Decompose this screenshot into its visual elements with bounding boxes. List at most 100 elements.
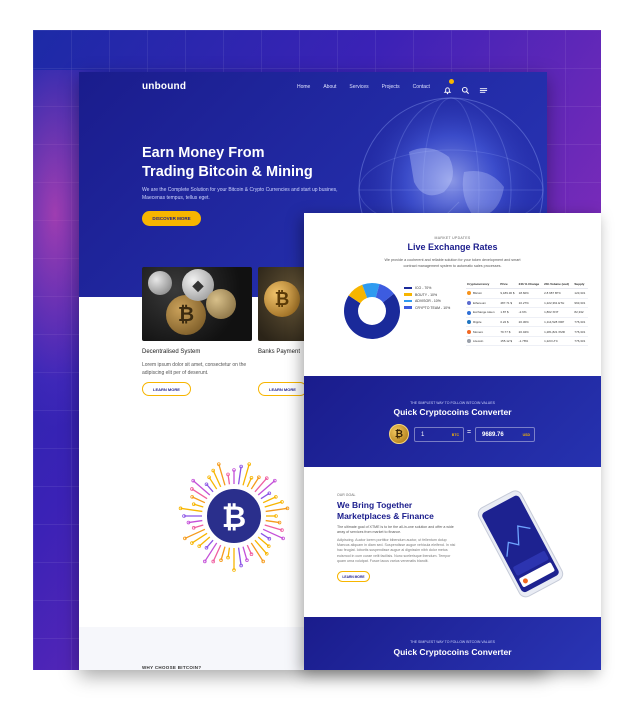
circuit-ray	[265, 519, 280, 524]
table-row[interactable]: Bitcoin 9,189.30 $18.60% 2.8 687 BTC 123,33…	[466, 288, 588, 299]
rates-kicker: MARKET UPDATES	[434, 236, 471, 240]
learn-more-button[interactable]: LEARN MORE	[142, 382, 191, 396]
bitcoin-coin-graphic-2: ₿	[264, 281, 300, 317]
volume-cell: 2.8 687 BTC	[543, 288, 574, 299]
coin-name-cell: Ethereum	[466, 298, 500, 309]
table-header-row: Cryptocurrency Price 24h % Change 24h Vo…	[466, 280, 588, 289]
nav-icons	[443, 79, 488, 95]
table-row[interactable]: Exchange token 1.87 $ -2.6% 1,802 XNT 82,332	[466, 307, 588, 318]
bitcoin-circuit-graphic: ₿	[178, 462, 290, 572]
col-price: Price	[499, 280, 518, 289]
feature-title-2: Banks Payment	[258, 349, 301, 355]
change-cell: -1.78%	[517, 336, 544, 347]
amount-input[interactable]: 1 BTC	[414, 427, 464, 442]
price-cell: 155.12 $	[499, 336, 518, 347]
search-icon[interactable]	[461, 82, 470, 95]
supply-cell: 776,331	[573, 326, 588, 337]
coin-icon	[467, 291, 471, 296]
price-cell: 1.87 $	[499, 307, 518, 318]
converter-section-2: THE SIMPLEST WAY TO FOLLOW BITCOIN VALUE…	[304, 617, 601, 670]
coin-name-cell: Ripple	[466, 317, 500, 328]
table-row[interactable]: Ethereum 487.71 $10.27% 1,222,361 ETH 963,3…	[466, 298, 588, 309]
silver-coin-graphic	[148, 271, 172, 295]
circuit-ray	[264, 524, 283, 531]
legend-item: BOUTY - 10%	[404, 293, 450, 297]
coin-icon	[467, 310, 471, 315]
volume-cell: 1,223 LTC	[543, 336, 574, 347]
token-donut-chart	[344, 283, 400, 339]
circuit-ray	[220, 546, 226, 561]
nav-home[interactable]: Home	[297, 84, 310, 90]
converter2-kicker: THE SIMPLEST WAY TO FOLLOW BITCOIN VALUE…	[410, 640, 495, 644]
legend-swatch-advisor	[404, 299, 412, 303]
bitcoin-badge-icon: ₿	[389, 424, 409, 444]
equals-sign: =	[467, 429, 472, 436]
rates-title: Live Exchange Rates	[407, 242, 498, 252]
col-change: 24h % Change	[517, 280, 544, 289]
supply-cell: 123,331	[573, 288, 588, 299]
change-cell: 20.04%	[517, 326, 544, 337]
table-row[interactable]: Litecoin 155.12 $ -1.78% 1,223 LTC 776,331	[466, 336, 588, 347]
converter-title: Quick Cryptocoins Converter	[393, 407, 512, 417]
circuit-ray	[257, 480, 276, 496]
nav-contact[interactable]: Contact	[413, 84, 430, 90]
price-cell: 9,189.30 $	[499, 288, 518, 299]
coin-icon	[467, 329, 471, 334]
hero-title-line2: Trading Bitcoin & Mining	[142, 164, 313, 180]
discover-more-button[interactable]: DISCOVER MORE	[142, 211, 201, 226]
change-cell: 18.60%	[517, 288, 544, 299]
circuit-ray	[250, 542, 264, 562]
table-row[interactable]: Monero 79.77 $20.04% 1,281,821 XMR 776,331	[466, 326, 588, 337]
from-currency-select[interactable]: BTC	[452, 433, 459, 437]
circuit-ray	[191, 496, 206, 504]
feature-title: Decentralised System	[142, 349, 201, 355]
learn-more-button-2[interactable]: LEARN MORE	[258, 382, 307, 396]
nav-services[interactable]: Services	[349, 84, 368, 90]
legend-item: ADVISOR - 10%	[404, 299, 450, 303]
coin-name-cell: Bitcoin	[466, 288, 500, 299]
brand-logo[interactable]: unbound	[142, 81, 186, 92]
why-choose-heading: WHY CHOOSE BITCOIN?	[142, 665, 202, 670]
circuit-ray	[218, 464, 226, 486]
goal-paragraph-1: The ultimate goal of XTME is to be the a…	[337, 525, 454, 535]
circuit-ray	[188, 519, 203, 524]
bell-icon[interactable]	[443, 79, 454, 95]
circuit-ray	[237, 466, 242, 485]
legend-swatch-ico	[404, 286, 412, 290]
legend-item: CRYPTO TEAM - 10%	[404, 306, 450, 310]
notification-badge	[449, 79, 454, 84]
hamburger-menu-icon[interactable]	[479, 82, 488, 93]
supply-cell: 776,331	[573, 336, 588, 347]
crypto-coins-image: ₿ ◆	[142, 267, 252, 341]
supply-cell: 963,331	[573, 298, 588, 309]
circuit-ray	[242, 546, 248, 561]
feature-text: Lorem ipsum dolor sit amet, consectetur …	[142, 362, 247, 376]
circuit-ray	[198, 536, 211, 547]
nav-projects[interactable]: Projects	[382, 84, 400, 90]
price-cell: 0.22 $	[499, 317, 518, 328]
bitcoin-coin-graphic: ₿	[166, 295, 206, 335]
top-navbar: unbound Home About Services Projects Con…	[79, 72, 547, 102]
goal-learn-more-button[interactable]: LEARN MORE	[337, 571, 370, 582]
volume-cell: 1,222,361 ETH	[543, 298, 574, 309]
volume-cell: 1,802 XNT	[543, 307, 574, 318]
change-cell: -2.6%	[517, 307, 544, 318]
coin-icon	[467, 300, 471, 305]
goal-kicker: OUR GOAL	[337, 493, 356, 497]
hero-subtitle: We are the Complete Solution for your Bi…	[142, 187, 338, 201]
coin-name-cell: Exchange token	[466, 307, 500, 318]
donut-legend: ICO - 70% BOUTY - 10% ADVISOR - 10% CRYP…	[404, 286, 450, 312]
gold-coin-graphic	[206, 289, 236, 319]
converter-kicker: THE SIMPLEST WAY TO FOLLOW BITCOIN VALUE…	[410, 401, 495, 405]
rates-description: We provide a cooherent and reliable solu…	[384, 258, 521, 268]
table-row[interactable]: Ripple 0.22 $20.30% 1,114,528 XRP 776,331	[466, 317, 588, 328]
hero-title: Earn Money From Trading Bitcoin & Mining	[142, 144, 362, 182]
main-menu: Home About Services Projects Contact	[297, 84, 430, 90]
legend-item: ICO - 70%	[404, 286, 450, 290]
col-supply: Supply	[573, 280, 588, 289]
goal-title-line2: Marketplaces & Finance	[337, 511, 434, 521]
converter-section: THE SIMPLEST WAY TO FOLLOW BITCOIN VALUE…	[304, 376, 601, 467]
to-currency-select[interactable]: USD	[523, 433, 530, 437]
nav-about[interactable]: About	[323, 84, 336, 90]
result-field[interactable]: 9689.76 USD	[475, 427, 535, 442]
